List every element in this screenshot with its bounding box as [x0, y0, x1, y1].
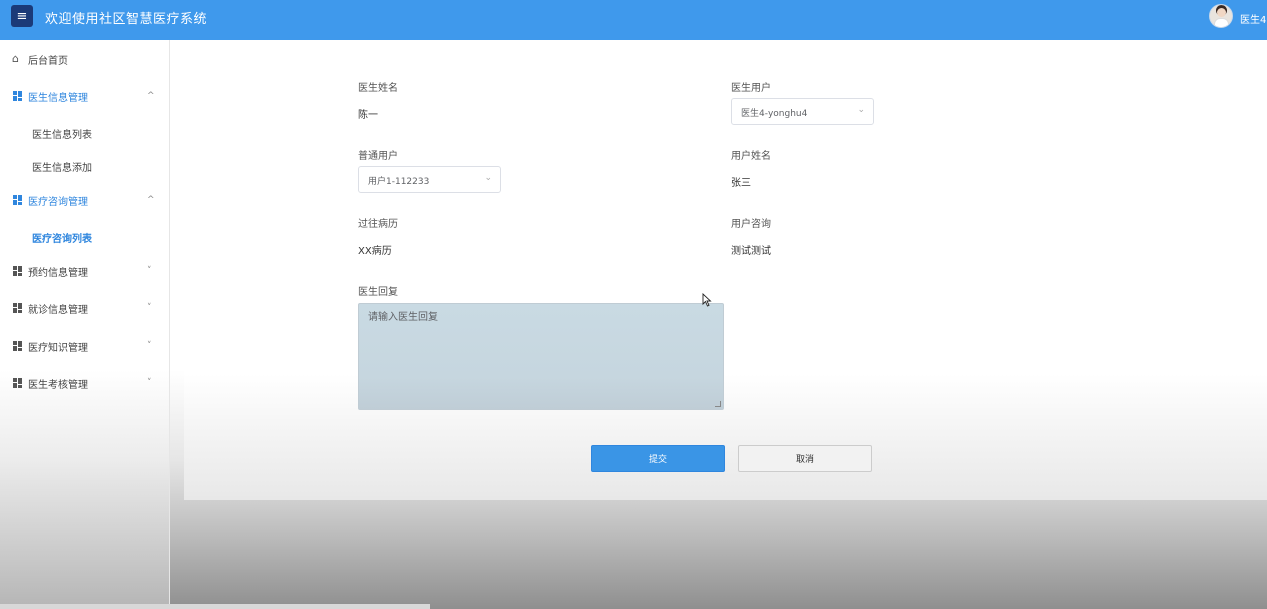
doctor-user-select-value: 医生4-yonghu4 [741, 109, 808, 119]
resize-handle-icon[interactable] [715, 401, 721, 407]
user-consult-label: 用户咨询 [731, 219, 771, 230]
home-icon: ⌂ [12, 52, 19, 65]
dashboard-icon [13, 303, 23, 313]
chevron-down-icon: ˅ [147, 266, 152, 276]
doctor-user-label: 医生用户 [731, 83, 771, 94]
dashboard-icon [13, 266, 23, 276]
doctor-user-select[interactable]: 医生4-yonghu4 ⌄ [731, 98, 874, 125]
sidebar-group-label: 医疗知识管理 [28, 342, 88, 354]
sidebar-group-doctor-info[interactable]: 医生信息管理 ^ [0, 84, 170, 108]
sidebar-group-visit[interactable]: 就诊信息管理 ˅ [0, 296, 170, 320]
submit-button[interactable]: 提交 [591, 445, 725, 472]
user-name-label: 用户姓名 [731, 151, 771, 162]
sidebar-item-label: 医疗咨询列表 [32, 234, 92, 245]
doctor-reply-textarea[interactable]: 请输入医生回复 [358, 303, 724, 410]
dashboard-icon [13, 378, 23, 388]
chevron-up-icon: ^ [147, 195, 155, 205]
sidebar: ⌂ 后台首页 医生信息管理 ^ 医生信息列表 医生信息添加 医疗咨询管理 ^ 医… [0, 40, 170, 609]
top-header: ≡ 欢迎使用社区智慧医疗系统 医生4 [0, 0, 1267, 40]
chevron-down-icon: ˅ [147, 378, 152, 388]
avatar-head-shape [1217, 8, 1226, 17]
sidebar-item-consult-list[interactable]: 医疗咨询列表 [0, 225, 170, 247]
sidebar-group-label: 医生信息管理 [28, 92, 88, 104]
sidebar-group-appointment[interactable]: 预约信息管理 ˅ [0, 259, 170, 283]
sidebar-group-label: 就诊信息管理 [28, 304, 88, 316]
doctor-reply-placeholder: 请输入医生回复 [368, 312, 438, 323]
app-title: 欢迎使用社区智慧医疗系统 [45, 12, 208, 27]
chevron-down-icon: ˅ [147, 303, 152, 313]
sidebar-group-knowledge[interactable]: 医疗知识管理 ˅ [0, 334, 170, 358]
dashboard-icon [13, 341, 23, 351]
avatar[interactable] [1209, 4, 1233, 28]
chevron-down-icon: ⌄ [857, 105, 865, 115]
sidebar-group-label: 医疗咨询管理 [28, 196, 88, 208]
avatar-body-shape [1214, 18, 1229, 27]
past-history-label: 过往病历 [358, 219, 398, 230]
past-history-value: XX病历 [358, 246, 392, 257]
sidebar-item-doctor-add[interactable]: 医生信息添加 [0, 154, 170, 176]
doctor-name-value: 陈一 [358, 110, 378, 121]
normal-user-label: 普通用户 [358, 151, 398, 162]
user-name-value: 张三 [731, 178, 751, 189]
sidebar-item-label: 医生信息添加 [32, 163, 92, 174]
sidebar-item-doctor-list[interactable]: 医生信息列表 [0, 121, 170, 143]
normal-user-select-value: 用户1-112233 [368, 177, 430, 187]
mouse-pointer-icon [702, 293, 712, 307]
chevron-up-icon: ^ [147, 91, 155, 101]
sidebar-item-label: 后台首页 [28, 55, 68, 67]
normal-user-select[interactable]: 用户1-112233 ⌄ [358, 166, 501, 193]
doctor-name-label: 医生姓名 [358, 83, 398, 94]
sidebar-group-label: 预约信息管理 [28, 267, 88, 279]
sidebar-item-home[interactable]: ⌂ 后台首页 [0, 47, 170, 71]
chevron-down-icon: ˅ [147, 341, 152, 351]
form-panel: 医生姓名 陈一 医生用户 医生4-yonghu4 ⌄ 普通用户 用户1-1122… [184, 44, 1267, 500]
cancel-button[interactable]: 取消 [738, 445, 872, 472]
dashboard-icon [13, 91, 23, 101]
hamburger-icon: ≡ [16, 8, 28, 24]
dashboard-icon [13, 195, 23, 205]
doctor-reply-label: 医生回复 [358, 287, 398, 298]
menu-toggle-button[interactable]: ≡ [11, 5, 33, 27]
sidebar-group-label: 医生考核管理 [28, 379, 88, 391]
sidebar-group-assessment[interactable]: 医生考核管理 ˅ [0, 371, 170, 395]
sidebar-item-label: 医生信息列表 [32, 130, 92, 141]
user-name[interactable]: 医生4 [1240, 11, 1266, 26]
user-consult-value: 测试测试 [731, 246, 771, 257]
sidebar-group-consult[interactable]: 医疗咨询管理 ^ [0, 188, 170, 212]
chevron-down-icon: ⌄ [484, 173, 492, 183]
horizontal-scrollbar[interactable] [0, 604, 430, 609]
